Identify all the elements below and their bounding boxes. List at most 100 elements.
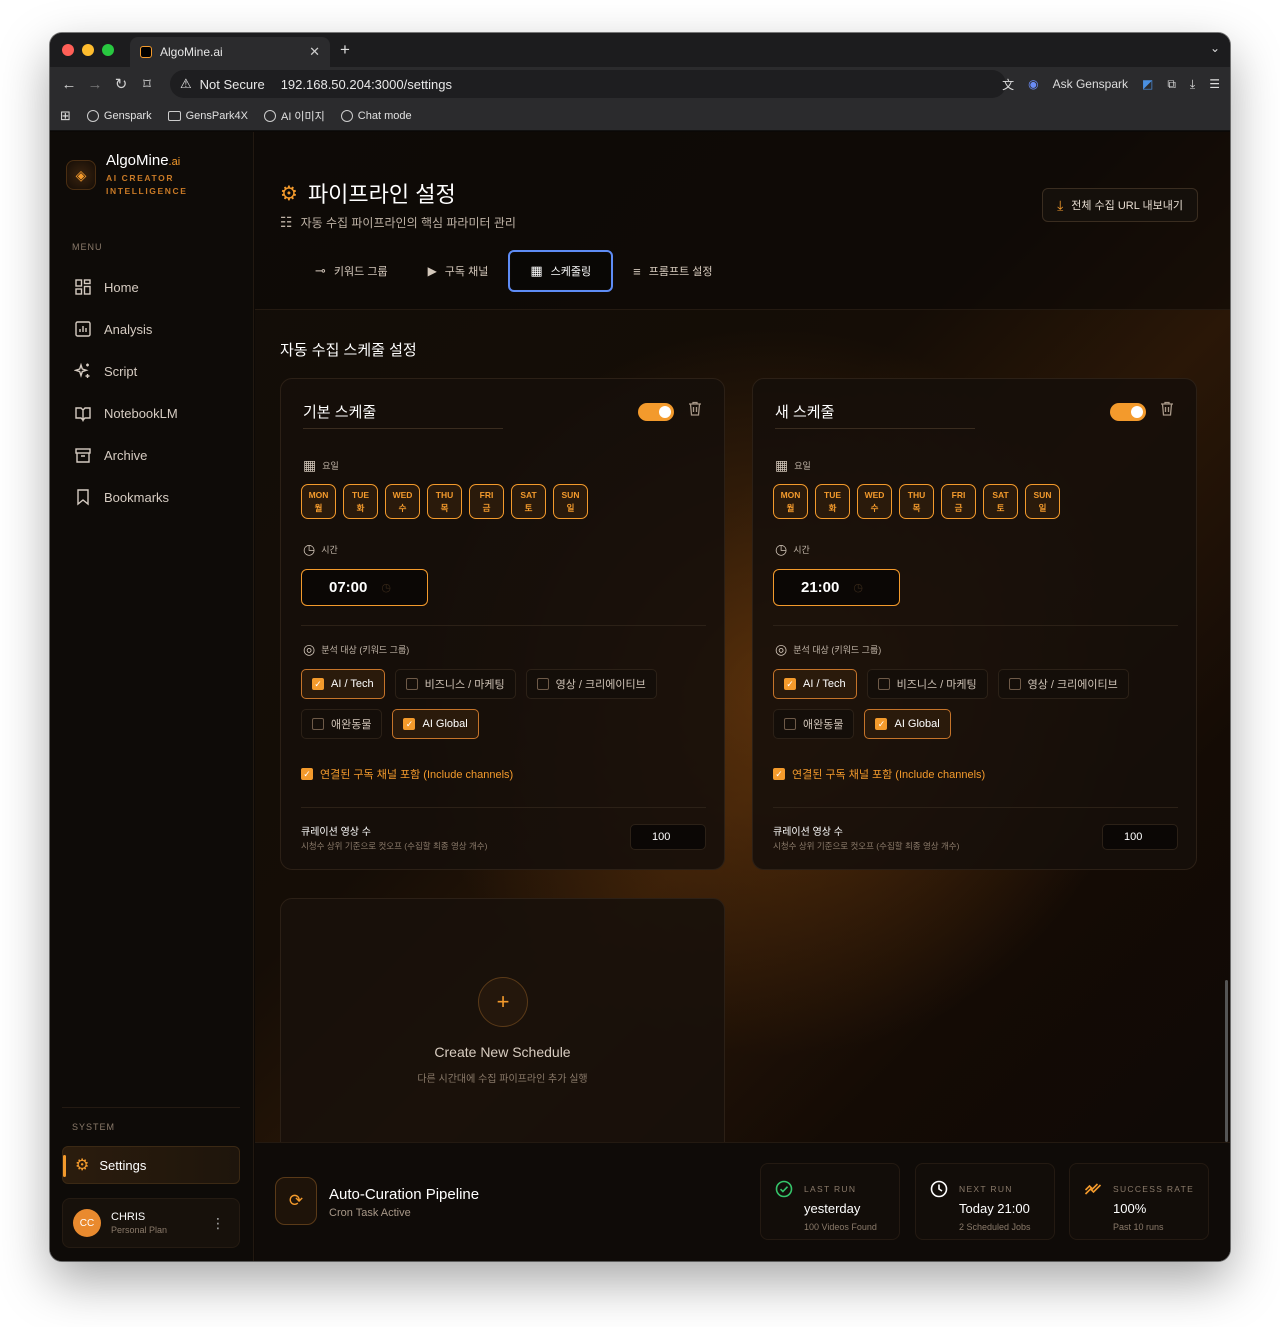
day-toggle-sat[interactable]: SAT 토 [511, 484, 546, 519]
schedule-name-input[interactable]: 기본 스케줄 [303, 401, 503, 429]
trend-icon [1084, 1183, 1102, 1195]
download-icon[interactable]: ⤓ [1190, 77, 1195, 92]
genspark-icon [263, 109, 276, 122]
minimize-window-button[interactable] [82, 44, 94, 56]
day-toggle-sat[interactable]: SAT 토 [983, 484, 1018, 519]
day-toggle-wed[interactable]: WED 수 [857, 484, 892, 519]
forward-icon[interactable]: → [82, 76, 108, 93]
group-checkbox[interactable]: ✓ AI Global [392, 709, 479, 739]
pipeline-status-bar: ⟳ Auto-Curation Pipeline Cron Task Activ… [255, 1142, 1230, 1261]
group-checkbox[interactable]: ✓ AI / Tech [773, 669, 857, 699]
group-checkbox[interactable]: 비즈니스 / 마케팅 [394, 669, 516, 699]
day-toggle-tue[interactable]: TUE 화 [343, 484, 378, 519]
genspark-icon [340, 109, 353, 122]
checkbox-icon [784, 718, 796, 730]
day-toggle-mon[interactable]: MON 월 [773, 484, 808, 519]
pip-icon[interactable]: ◩ [1142, 77, 1153, 91]
bookmark-genspark4x[interactable]: GensPark4X [167, 110, 248, 122]
tab-list-chevron-icon[interactable]: ⌄ [1210, 41, 1220, 55]
section-title: 자동 수집 스케줄 설정 [280, 342, 417, 359]
time-input[interactable]: 21:00 ◷ [773, 569, 900, 606]
schedule-name-input[interactable]: 새 스케줄 [775, 401, 975, 429]
apps-grid-icon[interactable]: ⊞ [60, 108, 71, 124]
sidebar-item-home[interactable]: Home [62, 266, 242, 308]
play-icon: ▶ [427, 264, 437, 278]
sidebar-item-analysis[interactable]: Analysis [62, 308, 242, 350]
group-checkbox[interactable]: 비즈니스 / 마케팅 [866, 669, 988, 699]
app-root: ◈ AlgoMine.ai AI CREATOR INTELLIGENCE MEN… [50, 132, 1230, 1261]
group-checkbox[interactable]: ✓ AI / Tech [301, 669, 385, 699]
brand-name: AlgoMine.ai [106, 152, 181, 169]
group-checkbox[interactable]: 애완동물 [773, 709, 855, 739]
ask-genspark-button[interactable]: Ask Genspark [1053, 77, 1128, 91]
group-checkbox[interactable]: 영상 / 크리에이티브 [997, 669, 1129, 699]
settings-tabs: ⊸ 키워드 그룹 ▶ 구독 채널 ▦ 스케줄링 ≡ 프롬프트 설정 [295, 250, 733, 292]
plus-icon[interactable]: + [478, 977, 528, 1027]
day-toggle-tue[interactable]: TUE 화 [815, 484, 850, 519]
extension-badge-icon[interactable]: ◉ [1028, 77, 1038, 91]
day-toggle-thu[interactable]: THU 목 [899, 484, 934, 519]
bookmark-ai-image[interactable]: AI 이미지 [263, 108, 325, 124]
zoom-window-button[interactable] [102, 44, 114, 56]
day-toggle-sun[interactable]: SUN 일 [553, 484, 588, 519]
group-checkbox[interactable]: 애완동물 [301, 709, 383, 739]
group-checkbox[interactable]: ✓ AI Global [864, 709, 951, 739]
bookmark-page-icon[interactable]: ⌑ [134, 75, 160, 93]
day-toggle-wed[interactable]: WED 수 [385, 484, 420, 519]
reload-icon[interactable]: ↻ [108, 75, 134, 93]
keyword-group-list: ✓ AI / Tech 비즈니스 / 마케팅 영상 / 크리에이티브애완동물 ✓ AI G… [773, 669, 1183, 739]
extensions-icon[interactable]: ⧉ [1167, 77, 1176, 92]
more-options-icon[interactable]: ⋮ [211, 1215, 225, 1232]
new-tab-button[interactable]: + [340, 40, 350, 60]
schedule-enabled-toggle[interactable] [1110, 403, 1146, 421]
day-toggle-fri[interactable]: FRI 금 [469, 484, 504, 519]
tab-keyword-groups[interactable]: ⊸ 키워드 그룹 [295, 250, 408, 292]
schedule-enabled-toggle[interactable] [638, 403, 674, 421]
brand[interactable]: ◈ AlgoMine.ai AI CREATOR INTELLIGENCE [66, 152, 188, 198]
menu-icon[interactable]: ☰ [1209, 77, 1220, 91]
sidebar-item-notebooklm[interactable]: NotebookLM [62, 392, 242, 434]
curation-count-input[interactable]: 100 [630, 824, 706, 850]
bookmark-chat-mode[interactable]: Chat mode [340, 109, 412, 122]
curation-count-input[interactable]: 100 [1102, 824, 1178, 850]
browser-tab[interactable]: AlgoMine.ai ✕ [130, 37, 330, 67]
sidebar-item-settings[interactable]: ⚙ Settings [62, 1146, 240, 1184]
close-window-button[interactable] [62, 44, 74, 56]
browser-window: AlgoMine.ai ✕ + ⌄ ← → ↻ ⌑ ⚠ Not Secure 1… [50, 33, 1230, 1261]
day-toggle-sun[interactable]: SUN 일 [1025, 484, 1060, 519]
target-label: ◎ 분석 대상 (키워드 그룹) [775, 641, 882, 657]
tab-scheduling[interactable]: ▦ 스케줄링 [508, 250, 614, 292]
checkbox-icon [1008, 678, 1021, 690]
curation-label: 큐레이션 영상 수 [773, 827, 843, 838]
bookmark-genspark[interactable]: Genspark [86, 109, 152, 122]
include-channels-checkbox[interactable]: ✓ 연결된 구독 채널 포함 (Include channels) [301, 766, 513, 782]
day-toggle-mon[interactable]: MON 월 [301, 484, 336, 519]
day-toggle-thu[interactable]: THU 목 [427, 484, 462, 519]
export-urls-button[interactable]: ⤓ 전체 수집 URL 내보내기 [1042, 188, 1198, 222]
tab-subscribed-channels[interactable]: ▶ 구독 채널 [408, 250, 509, 292]
user-card[interactable]: CC CHRIS Personal Plan ⋮ [62, 1198, 240, 1248]
check-circle-icon [775, 1180, 793, 1198]
time-input[interactable]: 07:00 ◷ [301, 569, 428, 606]
scrollbar[interactable] [1225, 980, 1228, 1142]
day-toggle-fri[interactable]: FRI 금 [941, 484, 976, 519]
sidebar-item-bookmarks[interactable]: Bookmarks [62, 476, 242, 518]
days-label: ▦ 요일 [775, 457, 811, 473]
group-checkbox[interactable]: 영상 / 크리에이티브 [525, 669, 657, 699]
delete-schedule-icon[interactable] [688, 401, 702, 421]
delete-schedule-icon[interactable] [1160, 401, 1174, 421]
curation-description: 시청수 상위 기준으로 컷오프 (수집할 최종 영상 개수) [301, 841, 488, 851]
close-tab-icon[interactable]: ✕ [309, 44, 320, 60]
target-icon: ◎ [775, 641, 788, 657]
create-schedule-card[interactable]: + Create New Schedule 다른 시간대에 수집 파이프라인 추… [280, 898, 725, 1158]
sidebar-item-archive[interactable]: Archive [62, 434, 242, 476]
tab-prompt-settings[interactable]: ≡ 프롬프트 설정 [613, 250, 732, 292]
include-channels-checkbox[interactable]: ✓ 연결된 구독 채널 포함 (Include channels) [773, 766, 985, 782]
sidebar-item-script[interactable]: Script [62, 350, 242, 392]
sliders-icon: ☷ [280, 214, 293, 230]
url-field[interactable]: ⚠ Not Secure 192.168.50.204:3000/setting… [170, 70, 1006, 98]
translate-icon[interactable]: 文 [1002, 76, 1014, 93]
gear-icon: ⚙ [280, 182, 298, 205]
checkbox-icon: ✓ [301, 768, 313, 780]
back-icon[interactable]: ← [56, 76, 82, 93]
